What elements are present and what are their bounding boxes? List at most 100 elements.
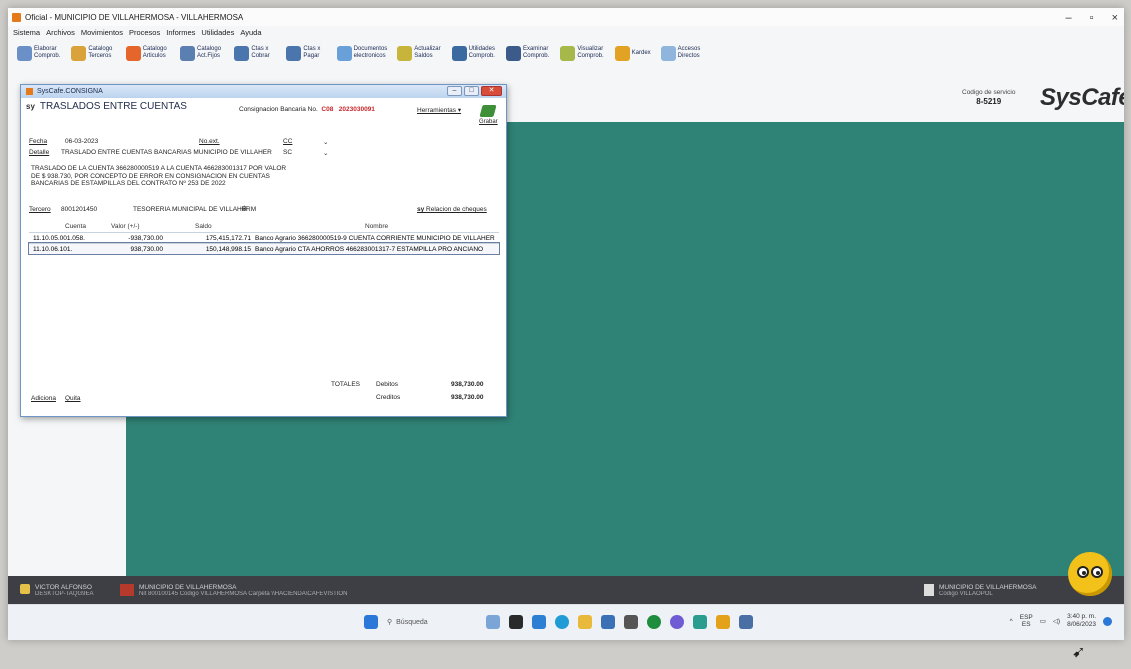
calculator-icon[interactable] [624,615,638,629]
company-name: MUNICIPIO DE VILLAHERMOSA [139,584,237,591]
cell-nombre: Banco Agrario CTA AHORROS 466283001317-7… [255,245,484,253]
system-tray: ^ ESP ES ▭ ◁) 3:40 p. m. 8/06/2023 [1010,613,1112,629]
consig-label: Consignacion Bancaria No. [239,106,318,113]
creditos-label: Creditos [376,394,401,401]
table-row[interactable]: 11.10.05.001.058. -938,730.00 175,415,17… [29,232,499,243]
herramientas-menu[interactable]: Herramientas ▾ [417,106,461,114]
dialog-heading: sy TRASLADOS ENTRE CUENTAS [26,101,187,112]
cell-nombre: Banco Agrario 366280000519-9 CUENTA CORR… [255,234,495,242]
clock[interactable]: 3:40 p. m. 8/06/2023 [1067,613,1096,629]
lang-indicator[interactable]: ESP [1020,614,1033,621]
binoculars-icon[interactable]: ⛯ [241,204,247,214]
fecha-field[interactable]: 06-03-2023 [65,138,98,145]
folder-icon[interactable] [578,615,592,629]
network-icon[interactable]: ▭ [1040,617,1046,625]
volume-icon[interactable]: ◁) [1053,617,1060,625]
codigo-servicio: Codigo de servicio 8-5219 [962,88,1015,107]
taskview-icon[interactable] [509,615,523,629]
menu-procesos[interactable]: Procesos [129,28,160,37]
notification-icon[interactable] [1103,616,1112,626]
toolbar-label: Actualizar Saldos [414,46,441,59]
hand-pay-icon [286,45,302,61]
quita-button[interactable]: Quita [65,395,81,402]
lang2-indicator: ES [1021,621,1031,628]
app-statusbar: VICTOR ALFONSO DESKTOP-TAQG9EA MUNICIPIO… [8,576,1124,604]
document-icon [17,45,32,61]
toolbar-button[interactable]: Accesos Directos [658,45,708,62]
grabar-icon[interactable] [479,105,497,117]
mascot-eye [1091,566,1103,578]
window-title: Oficial - MUNICIPIO DE VILLAHERMOSA - VI… [25,12,244,22]
start-icon[interactable] [364,615,378,629]
toolbar-button[interactable]: Documentos electronicos [334,45,391,62]
tercero-name: TESORERIA MUNICIPAL DE VILLAHERM [133,206,257,213]
chevron-up-icon[interactable]: ^ [1010,618,1013,625]
mascot-icon[interactable] [1068,552,1112,596]
close-button[interactable]: × [1112,12,1118,24]
store-icon[interactable] [601,615,615,629]
toolbar-button[interactable]: Catalogo Articulos [123,45,173,62]
grabar-button[interactable]: Grabar [479,119,498,125]
debitos-label: Debitos [376,381,399,388]
syscafe-taskbar-icon[interactable] [716,615,730,629]
status-right-name: MUNICIPIO DE VILLAHERMOSA [939,584,1037,591]
toolbar-button[interactable]: Catalogo Act.Fijos [177,45,227,62]
user-name: VICTOR ALFONSO [35,584,92,591]
toolbar-button[interactable]: Catalogo Terceros [68,45,118,62]
app-icon[interactable] [670,615,684,629]
dialog-minimize-button[interactable]: – [447,86,462,96]
menu-utilidades[interactable]: Utilidades [201,28,234,37]
dialog-maximize-button[interactable]: □ [464,86,479,96]
menu-movimientos[interactable]: Movimientos [81,28,123,37]
app2-icon[interactable] [739,615,753,629]
clock-time: 3:40 p. m. [1067,613,1096,620]
menu-informes[interactable]: Informes [166,28,195,37]
toolbar-button[interactable]: Elaborar Comprob. [14,45,64,62]
toolbar-label: Catalogo Act.Fijos [197,46,222,59]
status-right-detail: Codigo VILLAOPOL [939,591,993,597]
toolbar-button[interactable]: Ctas x Cobrar [231,45,279,62]
building-icon [120,584,134,596]
excel-icon[interactable] [693,615,707,629]
search-placeholder: Búsqueda [396,618,428,626]
toolbar-button[interactable]: Kardex [612,45,654,62]
description-textarea[interactable]: TRASLADO DE LA CUENTA 366280000519 A LA … [31,165,291,188]
sc-dropdown-icon[interactable]: ⌄ [323,149,328,157]
minimize-button[interactable]: – [1066,12,1072,24]
menu-archivos[interactable]: Archivos [46,28,75,37]
menu-ayuda[interactable]: Ayuda [240,28,261,37]
toolbar-button[interactable]: Utilidades Comprob. [449,45,499,62]
restore-icon[interactable]: ▫ [1090,12,1094,24]
adiciona-button[interactable]: Adiciona [31,395,56,402]
toolbar-label: Accesos Directos [677,46,701,59]
cloud-docs-icon [336,45,352,61]
toolbar-button[interactable]: Visualizar Comprob. [557,45,607,62]
taskbar-search[interactable]: ⚲ Búsqueda [387,618,477,627]
photo-background: Oficial - MUNICIPIO DE VILLAHERMOSA - VI… [0,0,1131,669]
document-icon [924,584,934,596]
mouse-cursor-icon: ➹ [1072,644,1086,661]
toolbar-label: Utilidades Comprob. [468,46,495,59]
tercero-code[interactable]: 8001201450 [61,206,97,213]
toolbar-label: Catalogo Terceros [88,46,113,59]
menu-sistema[interactable]: Sistema [13,28,40,37]
cc-dropdown-icon[interactable]: ⌄ [323,138,328,146]
heading-text: TRASLADOS ENTRE CUENTAS [39,101,187,112]
toolbar-label: Elaborar Comprob. [34,46,61,59]
col-valor: Valor (+/-) [111,223,140,230]
toolbar-button[interactable]: Examinar Comprob. [503,45,553,62]
search-icon: ⚲ [387,619,393,626]
relacion-cheques-link[interactable]: sy Relacion de cheques [417,206,487,213]
consig-row: Consignacion Bancaria No. C08 2023030091 [239,106,375,113]
toolbar-button[interactable]: Actualizar Saldos [394,45,444,62]
dialog-window-title: SysCafe.CONSIGNA [37,88,103,95]
taskbar-apps: ⚲ Búsqueda [364,615,753,629]
edge-icon[interactable] [532,615,546,629]
detalle-field[interactable]: TRASLADO ENTRE CUENTAS BANCARIAS MUNICIP… [61,149,272,156]
browser-icon[interactable] [555,615,569,629]
chrome-icon[interactable] [647,615,661,629]
widgets-icon[interactable] [486,615,500,629]
dialog-close-button[interactable]: ✕ [481,86,502,96]
toolbar-button[interactable]: Ctas x Pagar [283,45,329,62]
table-row[interactable]: 11.10.06.101. 938,730.00 150,148,998.15 … [28,242,500,255]
